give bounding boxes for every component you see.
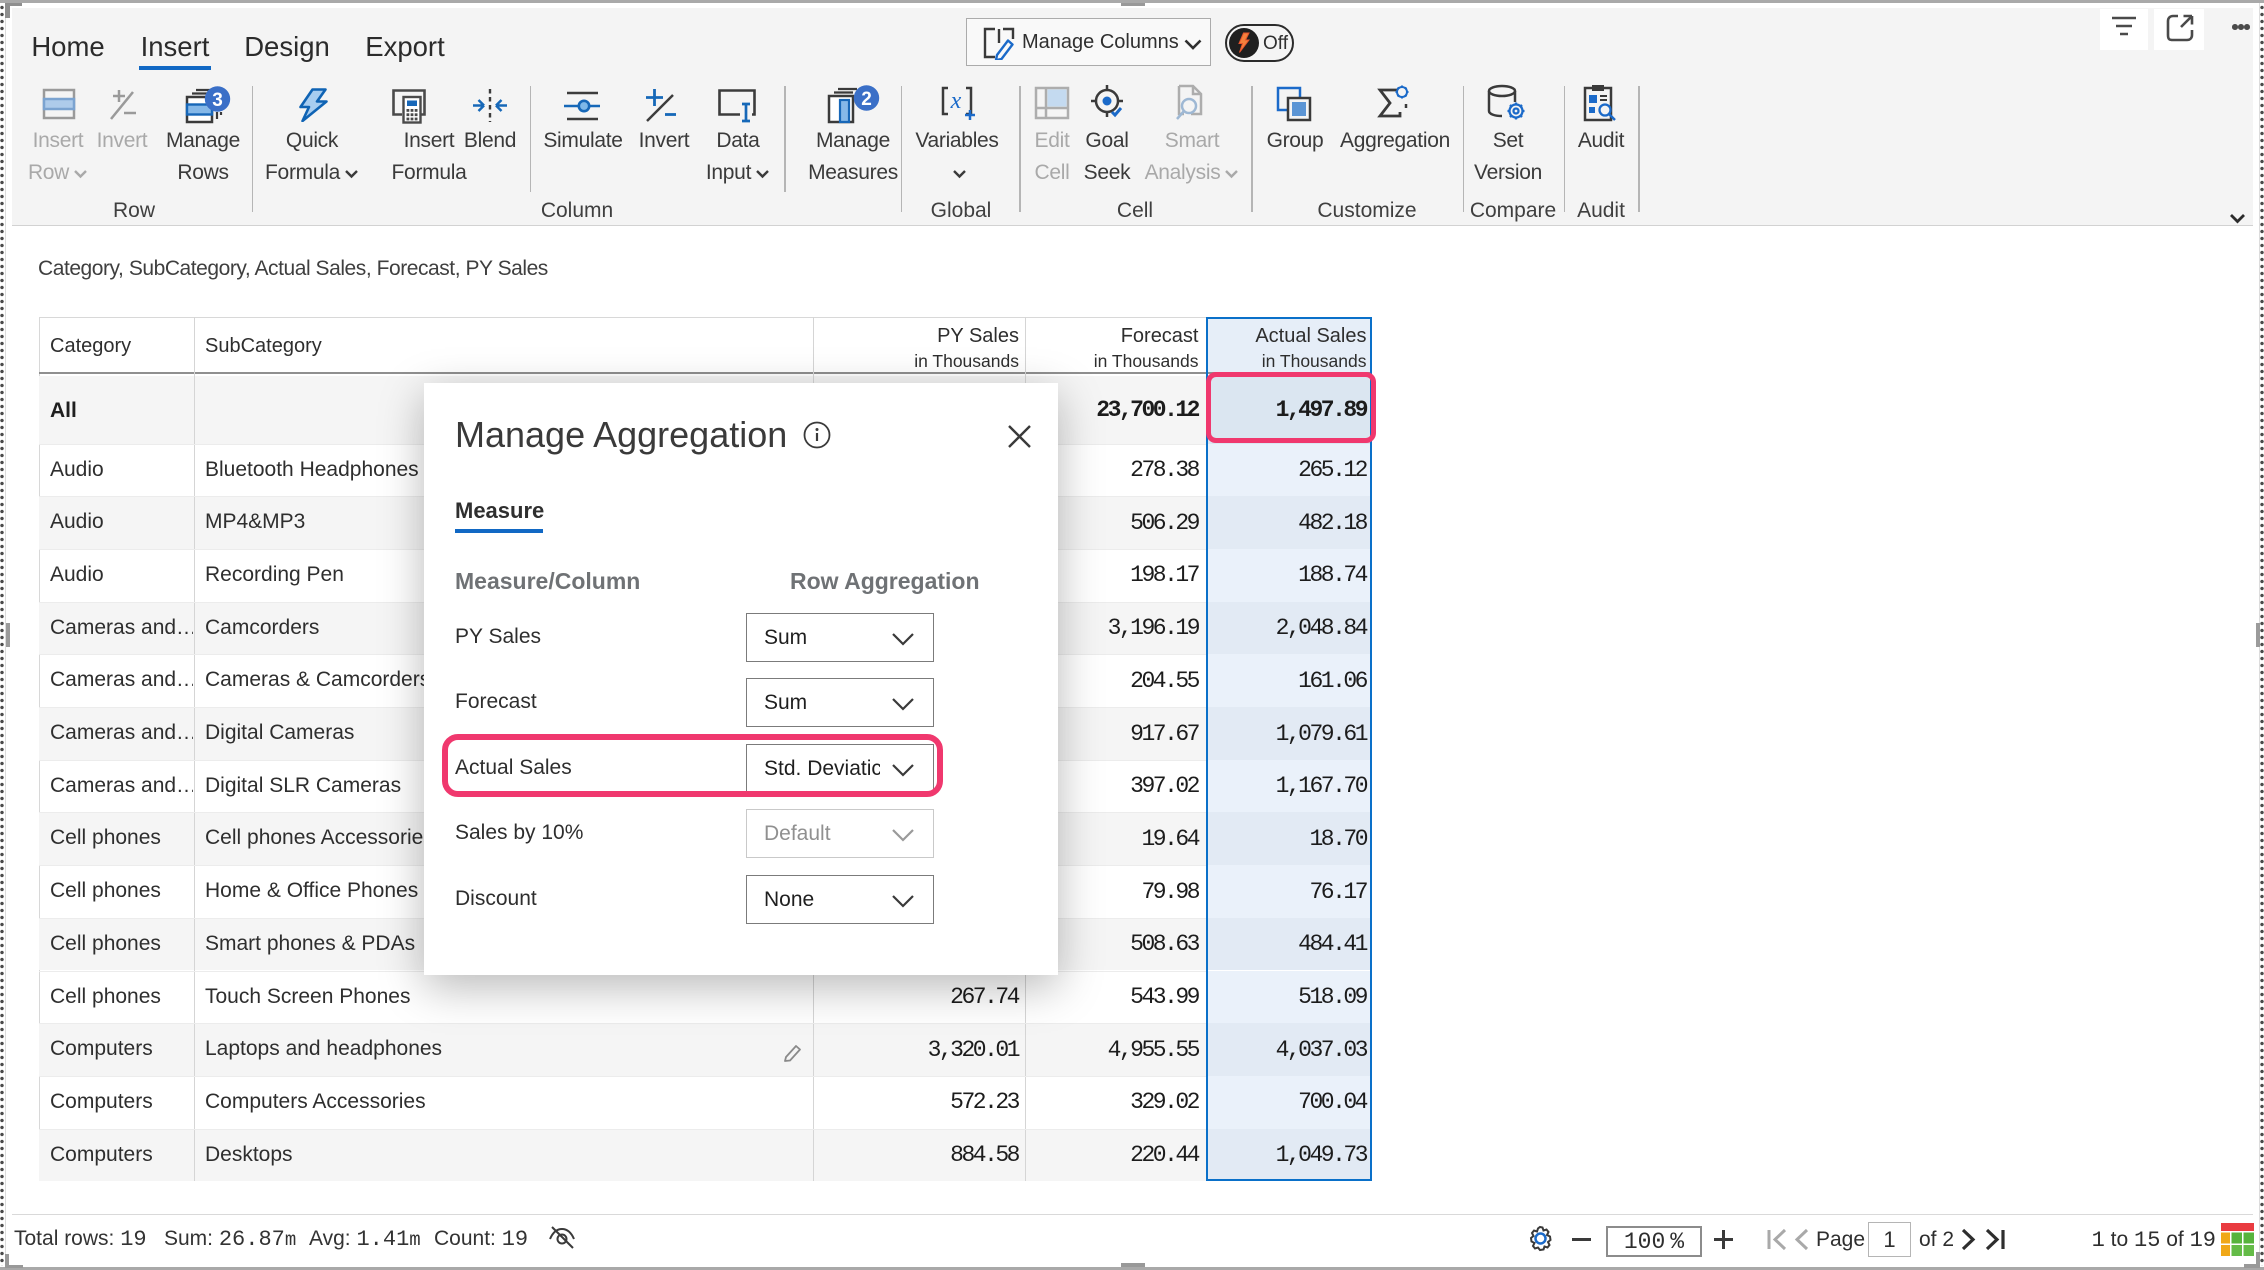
svg-text:3: 3 <box>212 90 223 111</box>
svg-text:x: x <box>950 88 962 114</box>
svg-text:2: 2 <box>861 89 872 110</box>
